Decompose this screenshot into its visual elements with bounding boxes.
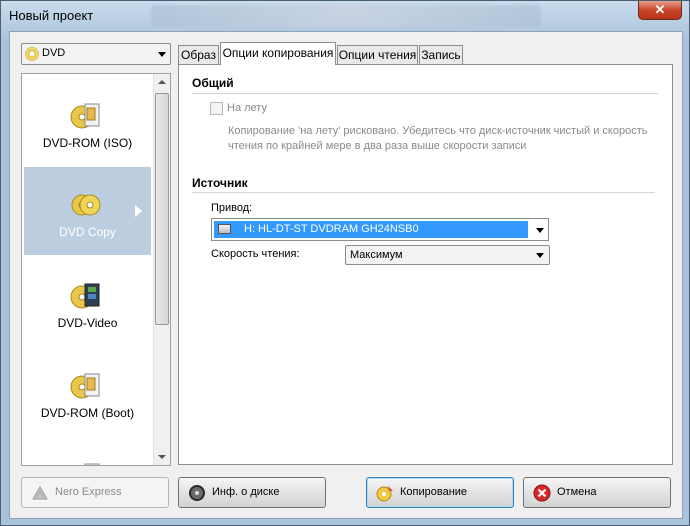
drive-selected-item: H: HL-DT-ST DVDRAM GH24NSB0: [214, 221, 528, 238]
read-speed-value: Максимум: [350, 249, 403, 261]
scrollbar-thumb[interactable]: [155, 93, 169, 325]
list-item-label: DVD Copy: [59, 225, 116, 239]
dvd-video-icon: [70, 283, 100, 309]
list-item-dvd-rom-iso[interactable]: DVD-ROM (ISO): [24, 78, 151, 166]
dvd-rom-icon: [70, 103, 100, 129]
drive-select[interactable]: H: HL-DT-ST DVDRAM GH24NSB0: [211, 218, 549, 241]
read-speed-select[interactable]: Максимум: [345, 245, 550, 265]
section-divider: [192, 192, 655, 193]
list-item-label: DVD-Video: [57, 316, 118, 330]
button-label: Инф. о диске: [212, 486, 280, 498]
list-item-dvd-copy[interactable]: DVD Copy: [24, 167, 151, 255]
nero-express-icon: [32, 486, 48, 500]
cancel-icon: [533, 484, 551, 502]
tab-burn[interactable]: Запись: [419, 45, 463, 64]
tab-copy-options[interactable]: Опции копирования: [220, 42, 336, 65]
dialog-client-area: DVD DVD-ROM (ISO) DVD Copy DVD-Video DVD…: [9, 31, 683, 519]
on-the-fly-label: На лету: [227, 102, 267, 114]
tab-image[interactable]: Образ: [178, 45, 219, 64]
list-item-dvd-video[interactable]: DVD-Video: [24, 258, 151, 346]
dvd-disc-icon: [25, 47, 39, 61]
list-item-dvd-rom-boot[interactable]: DVD-ROM (Boot): [24, 348, 151, 436]
chevron-down-icon: [158, 52, 166, 57]
title-bar-background: [151, 5, 541, 27]
selection-arrow-icon: [135, 205, 142, 217]
list-item-partial[interactable]: [24, 438, 151, 465]
list-item-label: DVD-ROM (Boot): [40, 406, 135, 420]
tab-read-options[interactable]: Опции чтения: [337, 45, 418, 64]
button-label: Копирование: [400, 486, 468, 498]
disc-info-icon: [189, 485, 205, 501]
on-the-fly-note: Копирование 'на лету' рисковано. Убедите…: [228, 125, 648, 152]
chevron-down-icon: [536, 228, 544, 233]
close-button[interactable]: ✕: [638, 1, 682, 20]
button-label: Отмена: [557, 486, 597, 498]
list-scrollbar[interactable]: [153, 74, 170, 465]
project-type-list[interactable]: DVD-ROM (ISO) DVD Copy DVD-Video DVD-ROM…: [21, 73, 171, 466]
copy-disc-icon: [376, 486, 393, 502]
disc-info-button[interactable]: Инф. о диске: [178, 477, 326, 508]
new-project-window: Новый проект ✕ DVD DVD-ROM (ISO) DVD Cop…: [0, 0, 690, 526]
media-type-value: DVD: [42, 47, 66, 59]
chevron-down-icon: [536, 253, 544, 258]
title-bar[interactable]: Новый проект ✕: [1, 1, 690, 31]
optical-drive-icon: [218, 224, 231, 234]
copy-button[interactable]: Копирование: [366, 477, 514, 508]
media-type-combo[interactable]: DVD: [21, 43, 171, 65]
on-the-fly-checkbox[interactable]: [210, 102, 223, 115]
scroll-down-icon[interactable]: [158, 455, 166, 459]
source-section-title: Источник: [192, 176, 248, 190]
dvd-boot-icon: [70, 373, 100, 399]
window-title: Новый проект: [9, 8, 94, 23]
scroll-up-icon[interactable]: [158, 80, 166, 84]
button-label: Nero Express: [55, 486, 122, 498]
copy-options-panel: Общий На лету Копирование 'на лету' риск…: [178, 64, 673, 465]
general-section-title: Общий: [192, 76, 234, 90]
nero-express-button[interactable]: Nero Express: [21, 477, 169, 508]
list-item-label: DVD-ROM (ISO): [42, 136, 133, 150]
drive-value: H: HL-DT-ST DVDRAM GH24NSB0: [244, 223, 419, 235]
dvd-copy-icon: [71, 194, 101, 216]
section-divider: [192, 93, 658, 94]
read-speed-label: Скорость чтения:: [211, 248, 300, 260]
dvd-icon: [84, 463, 100, 465]
cancel-button[interactable]: Отмена: [523, 477, 671, 508]
drive-label: Привод:: [211, 202, 253, 214]
